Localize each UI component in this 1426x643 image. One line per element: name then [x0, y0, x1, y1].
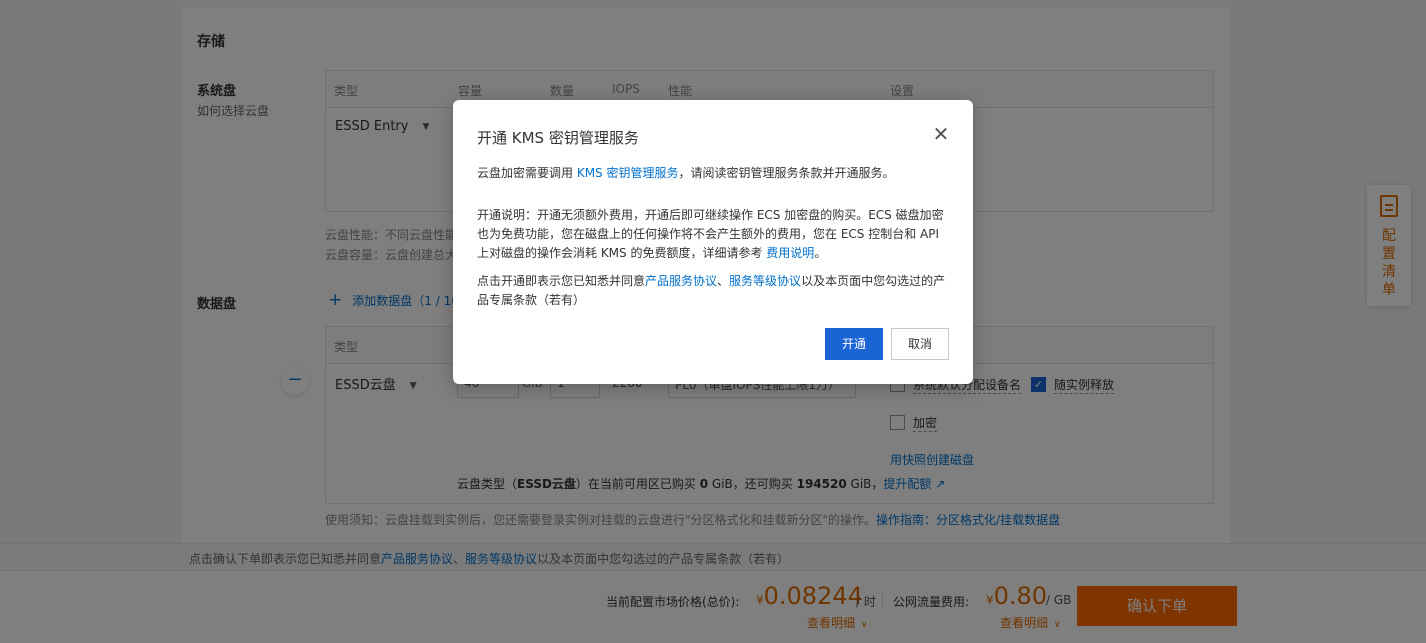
p2-text: 开通说明：开通无须额外费用，开通后即可继续操作 ECS 加密盘的购买。ECS 磁… — [477, 208, 944, 260]
p2-end: 。 — [814, 246, 827, 260]
cancel-button[interactable]: 取消 — [891, 328, 949, 360]
close-icon[interactable]: ✕ — [931, 124, 951, 144]
p1-prefix: 云盘加密需要调用 — [477, 166, 577, 180]
p1-suffix: ，请阅读密钥管理服务条款并开通服务。 — [678, 166, 895, 180]
dialog-paragraph-1: 云盘加密需要调用 KMS 密钥管理服务，请阅读密钥管理服务条款并开通服务。 — [477, 164, 949, 183]
p3-prefix: 点击开通即表示您已知悉并同意 — [477, 274, 646, 288]
dialog-title: 开通 KMS 密钥管理服务 — [477, 129, 639, 147]
product-service-agreement-link[interactable]: 产品服务协议 — [645, 274, 717, 288]
kms-activation-dialog: 开通 KMS 密钥管理服务 ✕ 云盘加密需要调用 KMS 密钥管理服务，请阅读密… — [453, 100, 973, 384]
p3-sep: 、 — [717, 274, 730, 288]
kms-service-link[interactable]: KMS 密钥管理服务 — [577, 166, 679, 180]
fee-description-link[interactable]: 费用说明 — [766, 246, 814, 260]
dialog-paragraph-2: 开通说明：开通无须额外费用，开通后即可继续操作 ECS 加密盘的购买。ECS 磁… — [477, 206, 949, 263]
service-level-agreement-link[interactable]: 服务等级协议 — [729, 274, 801, 288]
activate-button[interactable]: 开通 — [825, 328, 883, 360]
dialog-paragraph-3: 点击开通即表示您已知悉并同意产品服务协议、服务等级协议以及本页面中您勾选过的产品… — [477, 272, 949, 310]
